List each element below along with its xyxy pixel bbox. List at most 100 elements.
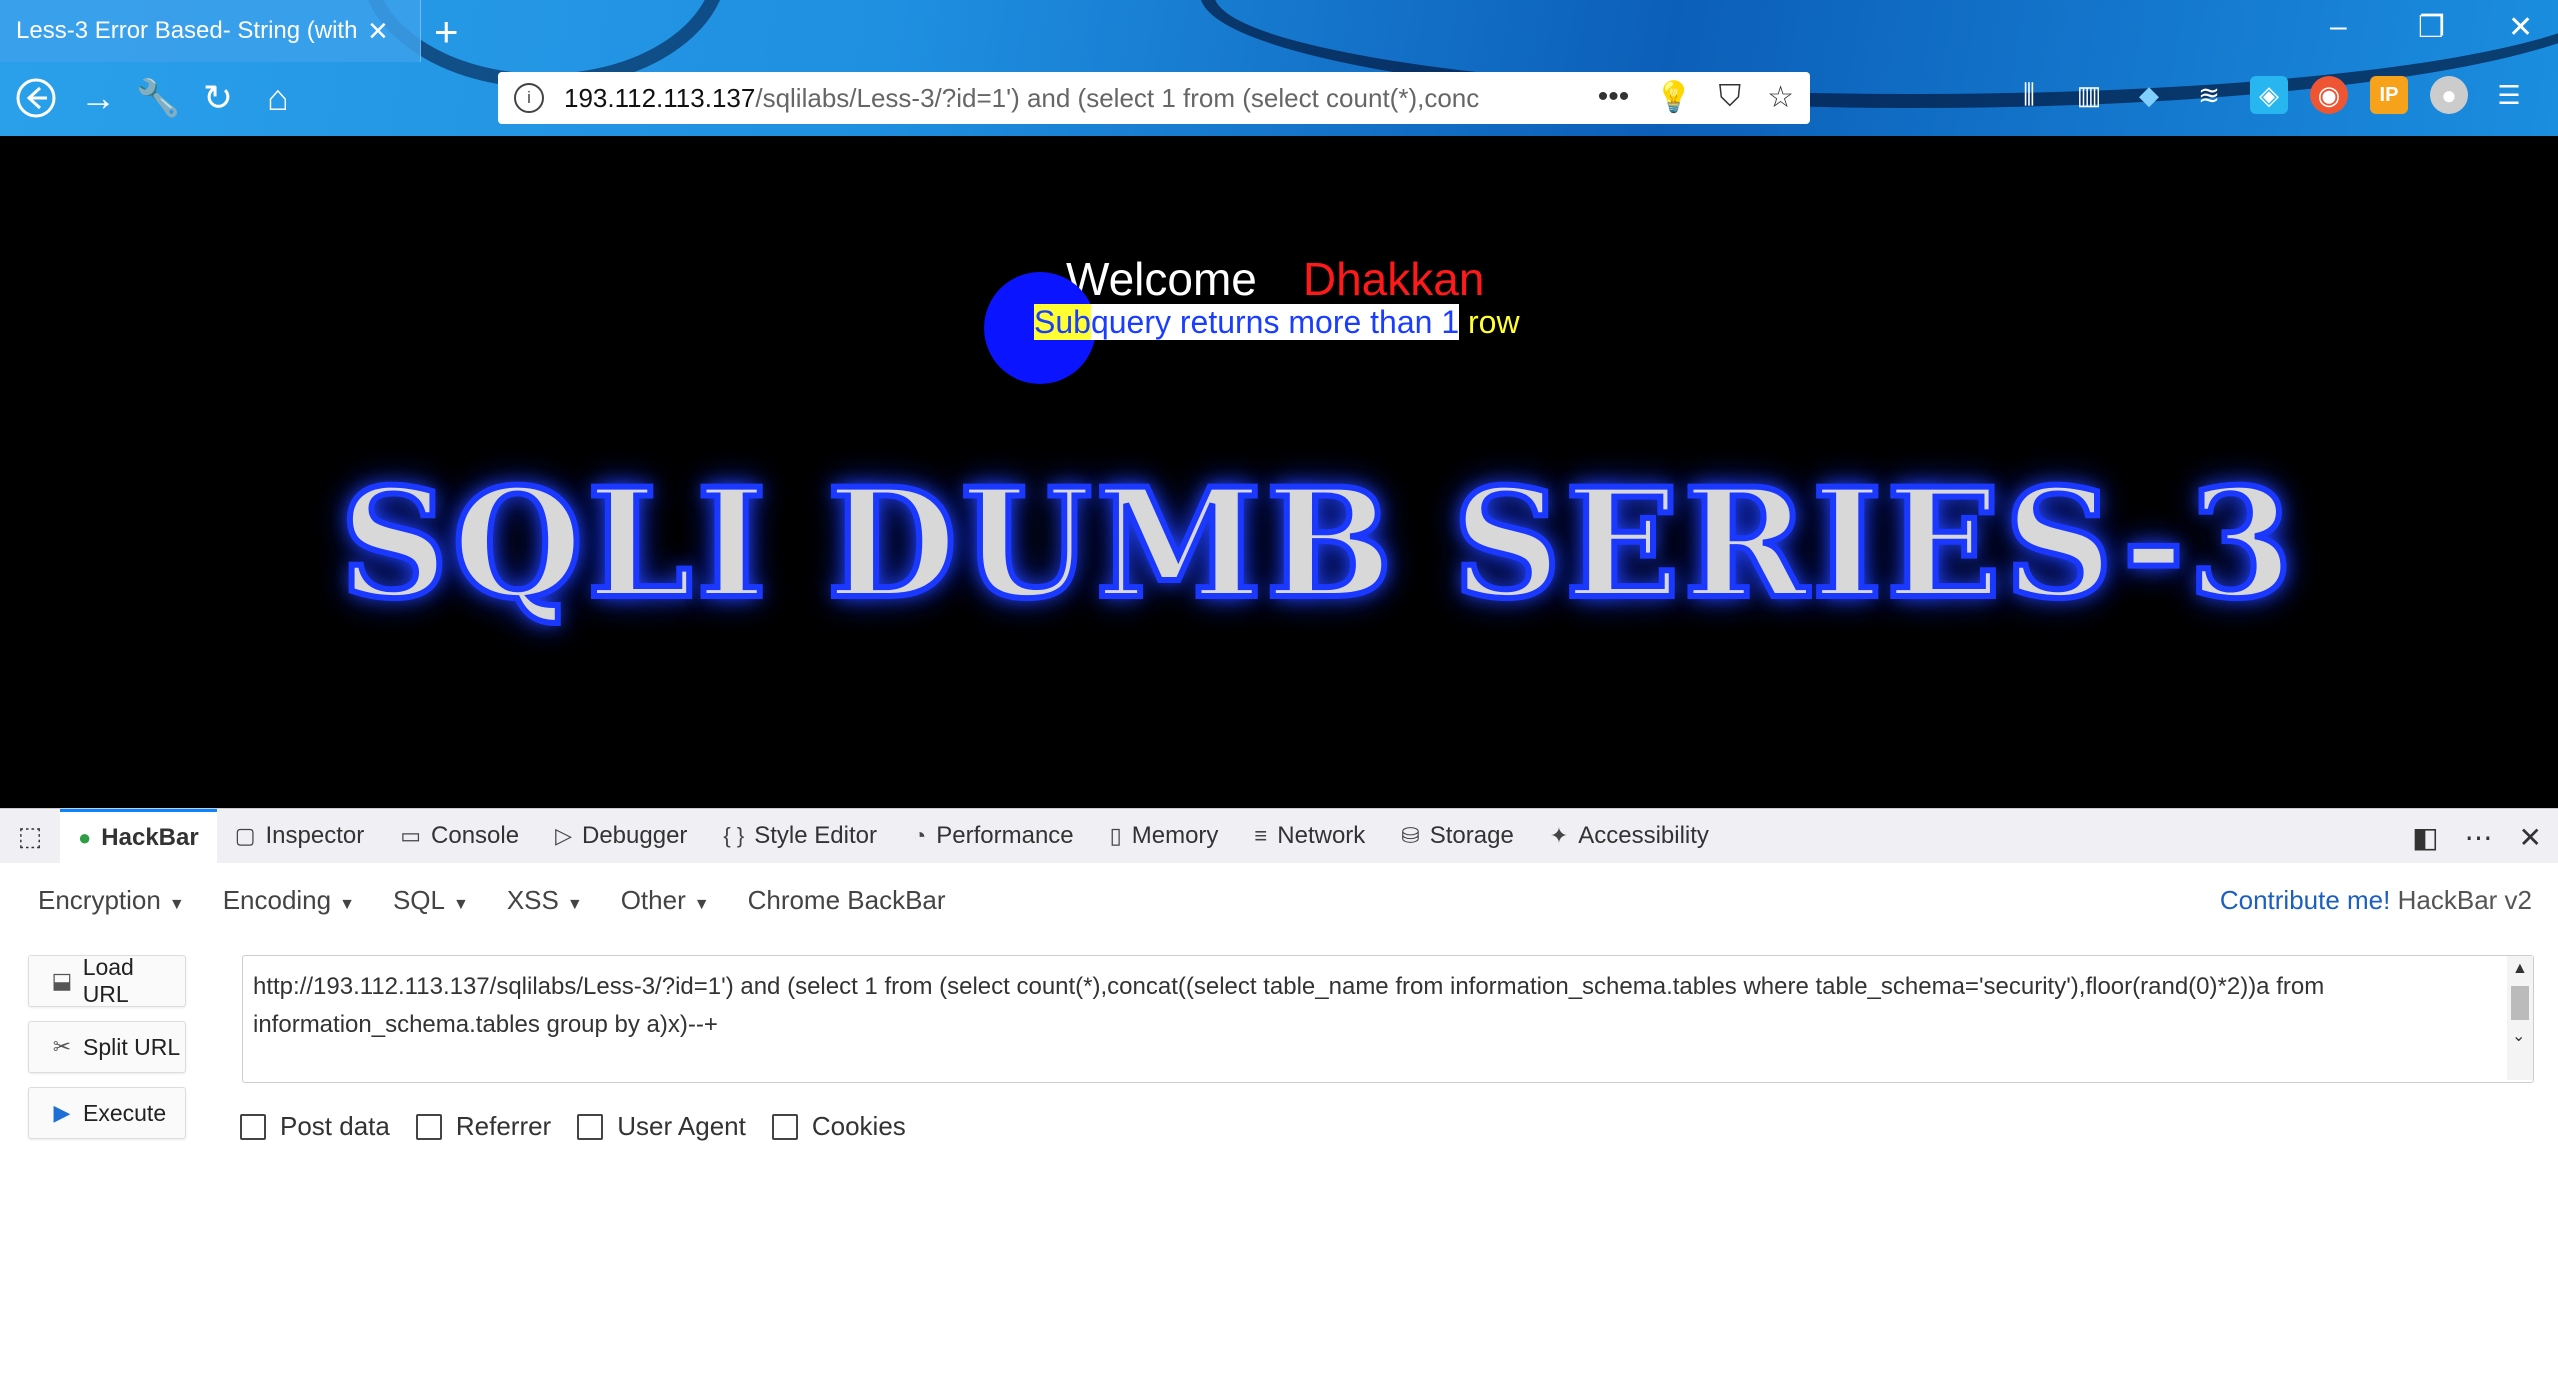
close-window-icon[interactable]: ✕ — [2508, 10, 2533, 45]
play-icon: ▶ — [53, 1100, 71, 1125]
user-agent-checkbox[interactable] — [577, 1113, 604, 1140]
url-host: 193.112.113.137 — [564, 82, 756, 113]
error-message: Subquery returns more than 1 row — [1034, 304, 1520, 341]
element-picker-icon[interactable]: ⬚ — [0, 821, 60, 852]
tab-style-editor[interactable]: { } Style Editor — [705, 809, 895, 863]
back-icon[interactable] — [14, 76, 58, 120]
performance-icon: ◔ — [912, 823, 927, 848]
option-label: Cookies — [811, 1111, 906, 1141]
contribute-area: Contribute me! HackBar v2 — [2220, 885, 2532, 916]
error-highlight: Sub — [1034, 304, 1091, 340]
menu-encryption[interactable]: Encryption ▼ — [38, 885, 185, 916]
user-agent-option[interactable]: User Agent — [577, 1111, 746, 1142]
ip-icon[interactable]: IP — [2370, 76, 2408, 114]
menu-chrome-backbar[interactable]: Chrome BackBar — [748, 885, 946, 916]
scroll-down-icon[interactable]: ⌄ — [2512, 1026, 2525, 1046]
tab-performance[interactable]: ◔ Performance — [895, 809, 1092, 863]
hackbar-icon: ● — [78, 824, 92, 850]
pocket-icon[interactable]: ⛉ — [1719, 80, 1742, 115]
hackbar-menu: Encryption ▼ Encoding ▼ SQL ▼ XSS ▼ Other ▼ C… — [38, 885, 946, 916]
accessibility-icon: ✦ — [1549, 823, 1569, 848]
menu-icon[interactable]: ☰ — [2490, 76, 2528, 114]
minimize-icon[interactable]: – — [2330, 10, 2347, 44]
forward-icon[interactable]: → — [76, 76, 120, 120]
scroll-thumb[interactable] — [2511, 986, 2529, 1020]
tab-debugger[interactable]: ▷ Debugger — [537, 809, 705, 863]
tab-active[interactable]: Less-3 Error Based- String (with × — [0, 0, 421, 62]
new-tab-button[interactable]: + — [434, 8, 459, 56]
scroll-up-icon[interactable]: ▲ — [2512, 960, 2528, 978]
tab-label: HackBar — [101, 823, 199, 851]
menu-label: XSS — [506, 885, 559, 915]
url-textarea[interactable]: http://193.112.113.137/sqlilabs/Less-3/?… — [242, 955, 2534, 1083]
option-label: Referrer — [455, 1111, 552, 1141]
library-icon[interactable]: ⫼ — [2010, 76, 2048, 114]
button-label: Split URL — [83, 1033, 181, 1060]
post-data-option[interactable]: Post data — [240, 1111, 390, 1142]
menu-label: Other — [620, 885, 686, 915]
caret-down-icon: ▼ — [168, 896, 185, 913]
page-content: Welcome Dhakkan Subquery returns more tha… — [0, 136, 2558, 808]
home-icon[interactable]: ⌂ — [256, 76, 300, 120]
lightbulb-icon[interactable]: 💡 — [1655, 80, 1692, 115]
button-label: Load URL — [82, 954, 134, 1007]
more-options-icon[interactable]: ⋯ — [2465, 821, 2493, 854]
contribute-link[interactable]: Contribute me! — [2220, 885, 2391, 915]
tab-network[interactable]: ≡ Network — [1236, 809, 1383, 863]
style-editor-icon: { } — [723, 823, 745, 848]
hackbar-version: HackBar v2 — [2397, 885, 2532, 915]
reader-icon[interactable]: ▥ — [2070, 76, 2108, 114]
tab-storage[interactable]: ⛁ Storage — [1383, 809, 1532, 863]
ext-orange-icon[interactable]: ◉ — [2310, 76, 2348, 114]
dock-icon[interactable]: ◧ — [2412, 821, 2438, 854]
tab-label: Performance — [936, 822, 1074, 849]
referrer-checkbox[interactable] — [415, 1113, 442, 1140]
tab-memory[interactable]: ▯ Memory — [1092, 809, 1237, 863]
execute-button[interactable]: ▶ Execute — [28, 1087, 186, 1139]
textarea-scrollbar[interactable]: ▲ ⌄ — [2507, 956, 2533, 1080]
post-data-checkbox[interactable] — [240, 1113, 266, 1140]
close-tab-icon[interactable]: × — [368, 12, 388, 51]
tab-hackbar[interactable]: ● HackBar — [60, 809, 217, 863]
reload-icon[interactable]: ↻ — [196, 76, 240, 120]
referrer-option[interactable]: Referrer — [415, 1111, 552, 1142]
stack-icon[interactable]: ≋ — [2190, 76, 2228, 114]
url-textarea-value[interactable]: http://193.112.113.137/sqlilabs/Less-3/?… — [253, 968, 2453, 1044]
menu-other[interactable]: Other ▼ — [621, 885, 710, 916]
tab-label: Memory — [1131, 822, 1219, 849]
load-url-button[interactable]: ⬓ Load URL — [28, 954, 186, 1007]
user-name: Dhakkan — [1302, 253, 1485, 305]
menu-xss[interactable]: XSS ▼ — [507, 885, 583, 916]
option-label: User Agent — [617, 1111, 746, 1141]
url-text[interactable]: 193.112.113.137/sqlilabs/Less-3/?id=1') … — [564, 83, 1564, 114]
cookies-checkbox[interactable] — [771, 1113, 798, 1140]
restore-icon[interactable]: ❐ — [2418, 10, 2445, 45]
welcome-line: Welcome Dhakkan — [1066, 252, 1484, 306]
site-info-icon[interactable]: i — [514, 83, 544, 113]
ghost-icon[interactable]: ● — [2430, 76, 2468, 114]
menu-sql[interactable]: SQL ▼ — [393, 885, 469, 916]
split-url-button[interactable]: ✂ Split URL — [28, 1021, 186, 1073]
tab-title: Less-3 Error Based- String (with — [16, 17, 356, 44]
tab-label: Debugger — [582, 822, 688, 849]
storage-icon: ⛁ — [1401, 823, 1420, 848]
pin-icon[interactable]: ◆ — [2130, 76, 2168, 114]
inspector-icon: ▢ — [234, 823, 256, 848]
ext-blue-icon[interactable]: ◈ — [2250, 76, 2288, 114]
url-bar[interactable]: i 193.112.113.137/sqlilabs/Less-3/?id=1'… — [498, 72, 1810, 124]
button-label: Execute — [83, 1099, 167, 1126]
tab-inspector[interactable]: ▢ Inspector — [217, 809, 383, 863]
menu-encoding[interactable]: Encoding ▼ — [223, 885, 355, 916]
tab-console[interactable]: ▭ Console — [382, 809, 537, 863]
memory-icon: ▯ — [1109, 823, 1122, 848]
bookmark-star-icon[interactable]: ☆ — [1767, 80, 1794, 115]
option-label: Post data — [280, 1111, 390, 1141]
tab-label: Accessibility — [1578, 822, 1709, 849]
tab-accessibility[interactable]: ✦ Accessibility — [1532, 809, 1727, 863]
page-actions-icon[interactable]: ••• — [1598, 80, 1630, 115]
caret-down-icon: ▼ — [693, 896, 710, 913]
cookies-option[interactable]: Cookies — [771, 1111, 906, 1142]
caret-down-icon: ▼ — [566, 896, 583, 913]
wrench-icon[interactable]: 🔧 — [136, 76, 181, 120]
close-devtools-icon[interactable]: ✕ — [2519, 821, 2542, 854]
